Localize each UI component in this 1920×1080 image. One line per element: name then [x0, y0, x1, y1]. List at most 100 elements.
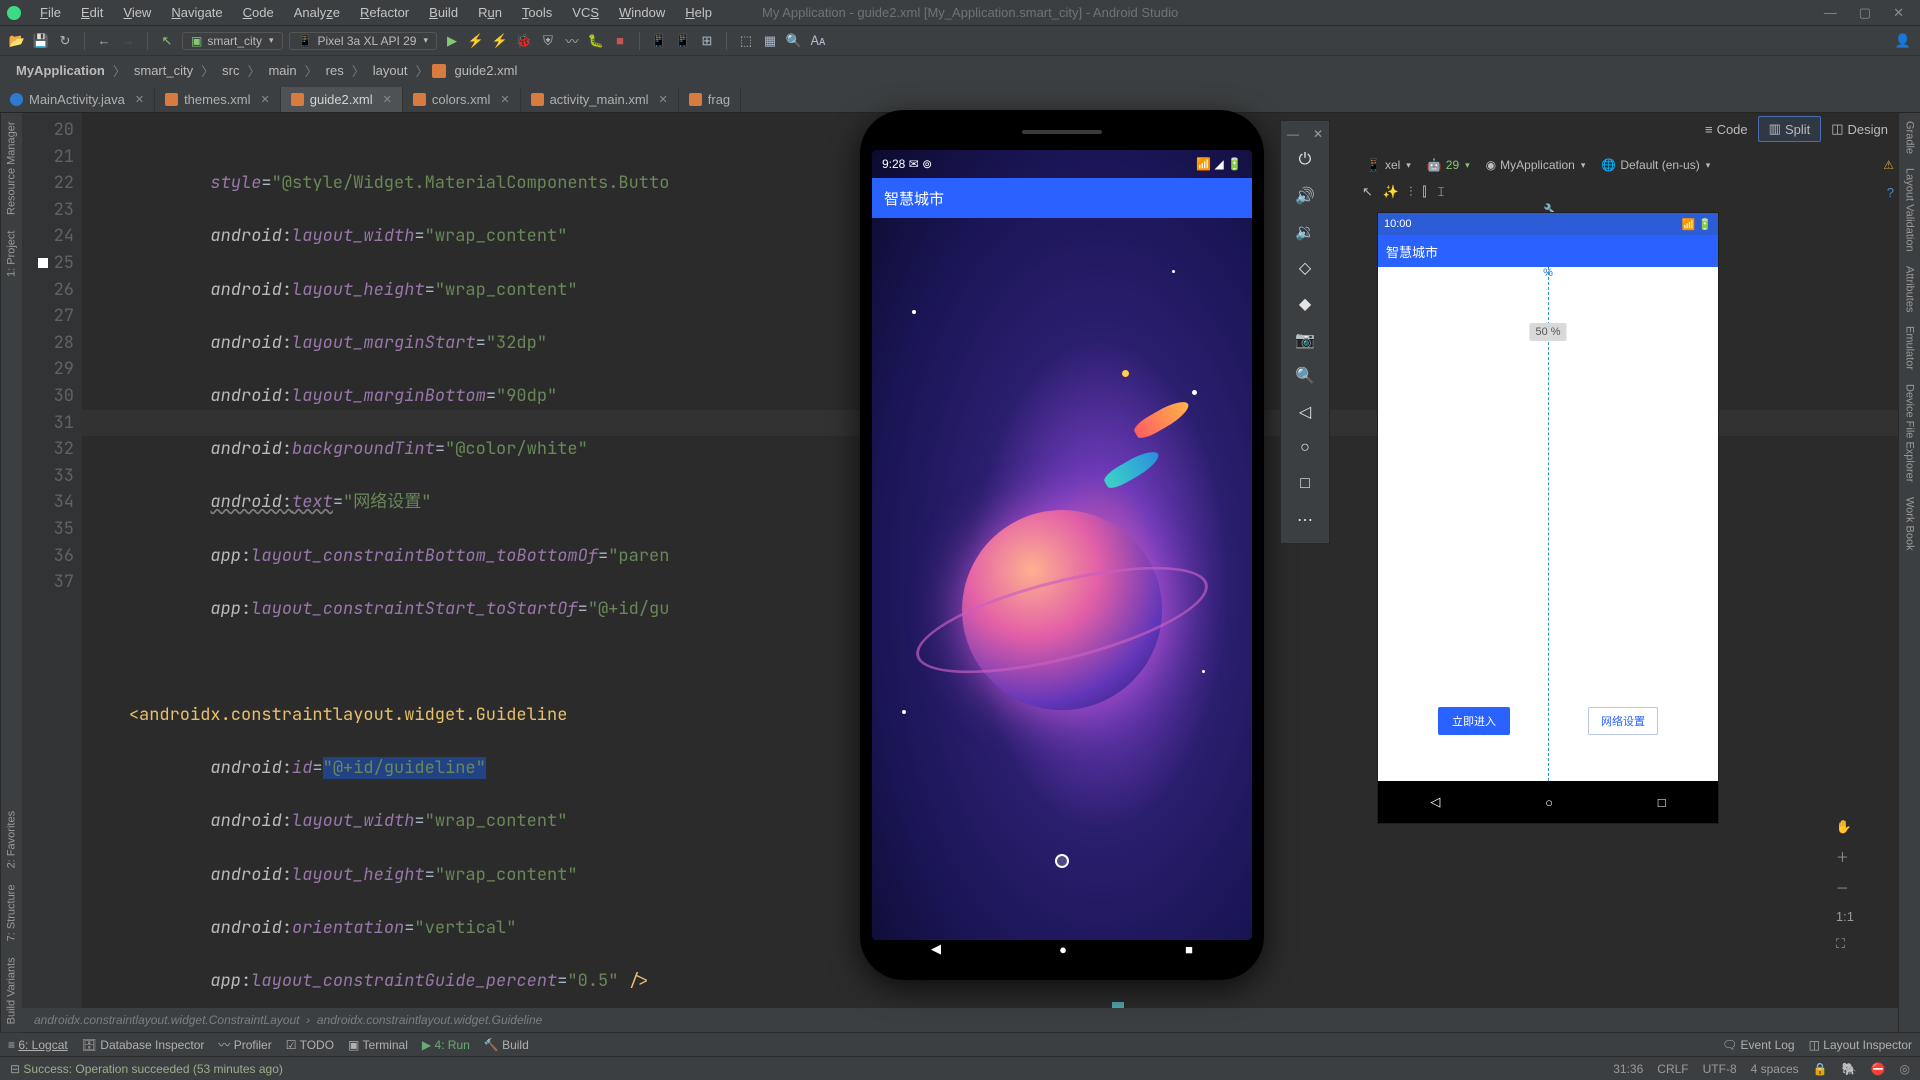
close-icon[interactable]: ✕	[659, 93, 668, 106]
device-icon[interactable]: 📱	[674, 32, 692, 50]
sync-icon[interactable]: ↻	[56, 32, 74, 50]
nav-home-icon[interactable]: ●	[1059, 942, 1067, 957]
menu-run[interactable]: Run	[468, 3, 512, 22]
menu-analyze[interactable]: Analyze	[284, 3, 350, 22]
rail-resmgr[interactable]: Resource Manager	[6, 121, 18, 215]
power-icon[interactable]: ⏻	[1286, 143, 1324, 177]
forward-icon[interactable]: →	[119, 32, 137, 50]
menu-edit[interactable]: Edit	[71, 3, 113, 22]
crumb-file[interactable]: guide2.xml	[450, 63, 521, 78]
close-icon[interactable]: ✕	[500, 93, 509, 106]
tool-run[interactable]: ▶ 4: Run	[422, 1038, 470, 1052]
crumb-layout[interactable]: layout	[369, 63, 412, 78]
apply-code-icon[interactable]: ⚡	[491, 32, 509, 50]
readonly-icon[interactable]: 🔒	[1813, 1062, 1828, 1076]
rail-gradle[interactable]: Gradle	[1904, 121, 1916, 154]
tool-build[interactable]: 🔨 Build	[484, 1038, 529, 1052]
tool-layout-inspector[interactable]: ◫ Layout Inspector	[1809, 1038, 1912, 1052]
attach-icon[interactable]: 🐛	[587, 32, 605, 50]
search-icon[interactable]: 🔍	[785, 32, 803, 50]
mode-split[interactable]: ▥ Split	[1758, 116, 1822, 142]
minimize-button[interactable]: —	[1824, 5, 1837, 21]
device-selector[interactable]: 📱Pixel 3a XL API 29▾	[289, 32, 437, 50]
mode-code[interactable]: ≡ Code	[1695, 118, 1758, 141]
line-sep[interactable]: CRLF	[1657, 1062, 1688, 1076]
menu-help[interactable]: Help	[675, 3, 722, 22]
close-icon[interactable]: ✕	[261, 93, 270, 106]
rail-favorites[interactable]: 2: Favorites	[6, 811, 18, 868]
rail-buildvariants[interactable]: Build Variants	[6, 957, 18, 1024]
breakpoint-icon[interactable]	[38, 258, 48, 268]
tab-colors[interactable]: colors.xml✕	[403, 87, 521, 112]
crumb-module[interactable]: smart_city	[130, 63, 197, 78]
tool-todo[interactable]: ☑ TODO	[286, 1038, 334, 1052]
coverage-icon[interactable]: ⛨	[539, 32, 557, 50]
menu-window[interactable]: Window	[609, 3, 675, 22]
module-selector[interactable]: ▣smart_city▾	[182, 32, 283, 50]
menu-code[interactable]: Code	[233, 3, 284, 22]
menu-tools[interactable]: Tools	[512, 3, 562, 22]
profiler-icon[interactable]: 〰	[563, 32, 581, 50]
crumb-main[interactable]: main	[264, 63, 300, 78]
user-icon[interactable]: 👤	[1894, 32, 1912, 50]
open-icon[interactable]: 📂	[8, 32, 26, 50]
tool-profiler[interactable]: 〰 Profiler	[218, 1036, 271, 1053]
emulator-window[interactable]: 9:28 ✉ ⊚📶 ◢ 🔋 智慧城市 ◀ ● ■	[860, 110, 1264, 980]
volume-up-icon[interactable]: 🔊	[1286, 179, 1324, 213]
zoom-icon[interactable]: 🔍	[1286, 359, 1324, 393]
menu-build[interactable]: Build	[419, 3, 468, 22]
apply-changes-icon[interactable]: ⚡	[467, 32, 485, 50]
memory-icon[interactable]: 🐘	[1842, 1062, 1857, 1076]
crumb-res[interactable]: res	[322, 63, 348, 78]
translate-icon[interactable]: 🗛	[809, 32, 827, 50]
menu-vcs[interactable]: VCS	[562, 3, 609, 22]
menu-refactor[interactable]: Refactor	[350, 3, 419, 22]
emu-close-icon[interactable]: ✕	[1313, 127, 1323, 141]
overview-icon[interactable]: □	[1286, 467, 1324, 501]
tab-activitymain[interactable]: activity_main.xml✕	[521, 87, 679, 112]
rotate-right-icon[interactable]: ◆	[1286, 287, 1324, 321]
close-button[interactable]: ✕	[1893, 5, 1904, 21]
resource-icon[interactable]: ⬚	[737, 32, 755, 50]
save-icon[interactable]: 💾	[32, 32, 50, 50]
layout-icon[interactable]: ▦	[761, 32, 779, 50]
tool-database[interactable]: 🗄 Database Inspector	[82, 1038, 205, 1052]
tool-terminal[interactable]: ▣ Terminal	[348, 1038, 408, 1052]
home-icon[interactable]: ○	[1286, 431, 1324, 465]
run-button[interactable]: ▶	[443, 32, 461, 50]
back-icon[interactable]: ◁	[1286, 395, 1324, 429]
minimap-thumb[interactable]	[1112, 1002, 1124, 1008]
crumb-root[interactable]: MyApplication	[12, 63, 109, 78]
camera-icon[interactable]: 📷	[1286, 323, 1324, 357]
stop-icon[interactable]: ■	[611, 32, 629, 50]
emulator-screen[interactable]: 9:28 ✉ ⊚📶 ◢ 🔋 智慧城市	[872, 150, 1252, 940]
menu-file[interactable]: FFileile	[30, 3, 71, 22]
sdk-icon[interactable]: ⊞	[698, 32, 716, 50]
rail-structure[interactable]: 7: Structure	[6, 884, 18, 941]
tab-guide2[interactable]: guide2.xml✕	[281, 87, 403, 112]
back-icon[interactable]: ←	[95, 32, 113, 50]
tab-frag[interactable]: frag	[679, 87, 741, 112]
tab-mainactivity[interactable]: MainActivity.java✕	[0, 87, 155, 112]
nav-recent-icon[interactable]: ■	[1185, 942, 1193, 957]
indexing-icon[interactable]: ◎	[1900, 1062, 1910, 1076]
close-icon[interactable]: ✕	[135, 93, 144, 106]
error-icon[interactable]: ⛔	[1871, 1062, 1886, 1076]
mode-design[interactable]: ◫ Design	[1821, 117, 1898, 141]
debug-icon[interactable]: 🐞	[515, 32, 533, 50]
tab-themes[interactable]: themes.xml✕	[155, 87, 281, 112]
tool-logcat[interactable]: ≡ 6: Logcat	[8, 1038, 68, 1052]
menu-navigate[interactable]: Navigate	[161, 3, 232, 22]
encoding[interactable]: UTF-8	[1703, 1062, 1737, 1076]
close-icon[interactable]: ✕	[383, 93, 392, 106]
rail-project[interactable]: 1: Project	[6, 231, 18, 277]
emu-minimize-icon[interactable]: —	[1287, 127, 1299, 141]
crumb-src[interactable]: src	[218, 63, 243, 78]
more-icon[interactable]: ⋯	[1286, 503, 1324, 537]
nav-up-icon[interactable]: ↖	[158, 32, 176, 50]
nav-back-icon[interactable]: ◀	[931, 941, 941, 957]
menu-view[interactable]: View	[113, 3, 161, 22]
tool-eventlog[interactable]: 🗨 Event Log	[1722, 1038, 1795, 1052]
maximize-button[interactable]: ▢	[1859, 5, 1871, 21]
rotate-left-icon[interactable]: ◇	[1286, 251, 1324, 285]
